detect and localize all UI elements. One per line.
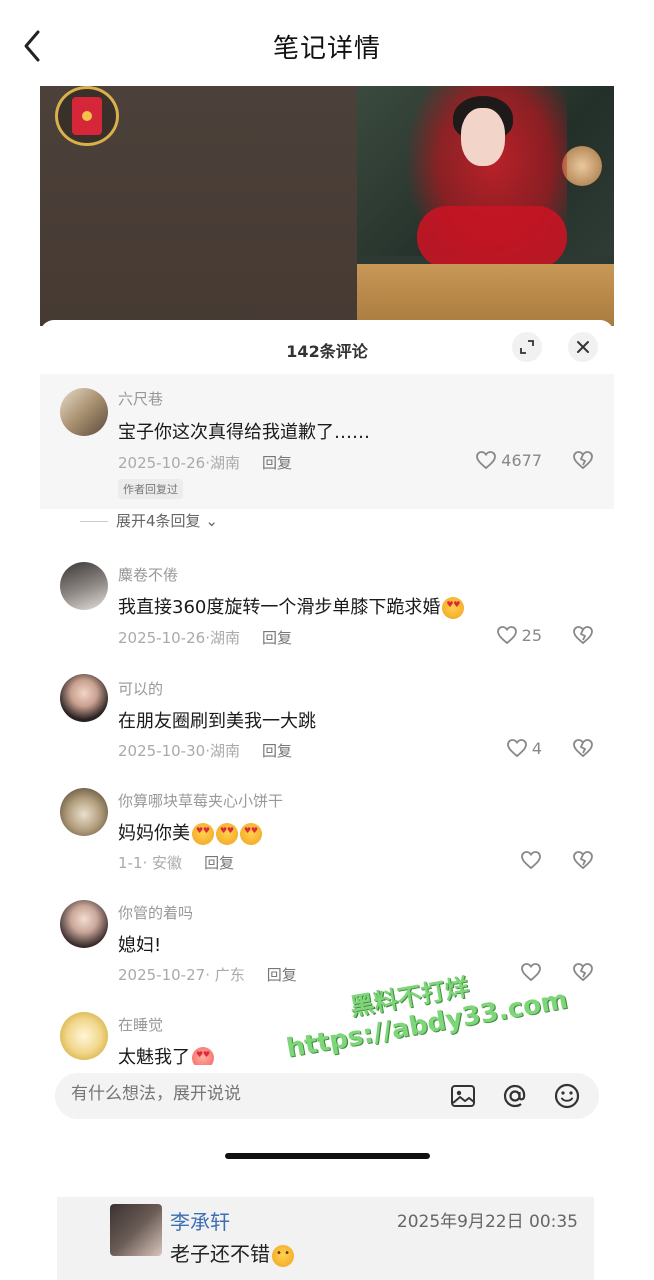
chat-message-text: 老子还不错 xyxy=(170,1238,294,1267)
comment-username[interactable]: 你管的着吗 xyxy=(118,902,193,923)
red-packet-icon[interactable] xyxy=(55,86,119,146)
reply-button[interactable]: 回复 xyxy=(267,966,297,984)
comment-item: 你算哪块草莓夹心小饼干 妈妈你美 1-1· 安徽回复 xyxy=(40,786,614,886)
comment-item: 六尺巷 宝子你这次真得给我道歉了…… 2025-10-26·湖南 回复 作者回复过… xyxy=(40,384,614,504)
close-icon[interactable] xyxy=(568,332,598,362)
chat-message-card: 李承轩 2025年9月22日 00:35 老子还不错 xyxy=(57,1197,594,1280)
comment-sheet-header: 142条评论 xyxy=(40,320,614,374)
like-count: 4677 xyxy=(501,450,542,470)
dislike-heart-icon[interactable] xyxy=(572,850,594,874)
comment-username[interactable]: 可以的 xyxy=(118,678,163,699)
comment-input[interactable] xyxy=(71,1084,431,1104)
heart-icon xyxy=(496,626,517,645)
avatar[interactable] xyxy=(110,1204,162,1256)
comment-text: 宝子你这次真得给我道歉了…… xyxy=(118,422,370,443)
like-count: 4 xyxy=(531,738,542,758)
like-button[interactable]: 4 xyxy=(506,738,542,758)
dislike-heart-icon[interactable] xyxy=(572,450,594,474)
avatar[interactable] xyxy=(60,562,108,610)
comment-text: 在朋友圈刷到美我一大跳 xyxy=(118,711,316,732)
top-nav: 笔记详情 xyxy=(0,0,654,92)
comment-meta: 1-1· 安徽 回复 xyxy=(118,854,235,872)
avatar[interactable] xyxy=(60,1012,108,1060)
dislike-heart-icon[interactable] xyxy=(572,625,594,649)
emoji-icon[interactable] xyxy=(552,1081,582,1111)
comment-meta: 2025-10-26·湖南 回复 xyxy=(118,629,292,647)
expand-replies-button[interactable]: 展开4条回复 ⌄ xyxy=(80,510,218,531)
media-dark-panel xyxy=(40,86,357,326)
like-button[interactable] xyxy=(520,850,542,870)
avatar[interactable] xyxy=(60,900,108,948)
comment-meta: 2025-10-27· 广东 回复 xyxy=(118,966,297,984)
heart-eyes-emoji-icon xyxy=(442,597,465,619)
comment-item: 可以的 在朋友圈刷到美我一大跳 2025-10-30·湖南 回复 4 xyxy=(40,674,614,774)
blush-emoji-icon xyxy=(192,1047,214,1065)
comment-sheet: 142条评论 六尺巷 宝子你这次真得给我道歉了…… 2025-10-26·湖南回… xyxy=(40,320,614,1065)
heart-icon xyxy=(476,451,497,470)
reply-button[interactable]: 回复 xyxy=(262,742,292,760)
like-button[interactable]: 25 xyxy=(496,625,542,645)
author-replied-badge: 作者回复过 xyxy=(118,479,183,499)
comment-meta: 2025-10-30·湖南 回复 xyxy=(118,742,292,760)
chat-timestamp: 2025年9月22日 00:35 xyxy=(396,1212,578,1232)
comment-text: 太魅我了 xyxy=(118,1043,214,1065)
heart-icon xyxy=(521,851,541,870)
comment-meta: 2025-10-26·湖南 回复 xyxy=(118,454,292,472)
comment-text: 妈妈你美 xyxy=(118,819,262,845)
comment-username[interactable]: 在睡觉 xyxy=(118,1014,163,1035)
note-media[interactable] xyxy=(40,86,614,326)
avatar[interactable] xyxy=(60,388,108,436)
comment-text: 我直接360度旋转一个滑步单膝下跪求婚 xyxy=(118,593,465,619)
reply-button[interactable]: 回复 xyxy=(204,854,234,872)
heart-eyes-emoji-icon xyxy=(240,823,262,845)
grin-emoji-icon xyxy=(272,1244,294,1267)
page-title: 笔记详情 xyxy=(272,34,381,64)
chat-sender-name[interactable]: 李承轩 xyxy=(170,1206,230,1235)
comment-text: 媳妇! xyxy=(118,935,162,956)
like-button[interactable]: 4677 xyxy=(475,450,542,470)
reply-button[interactable]: 回复 xyxy=(262,629,292,647)
note-photo[interactable] xyxy=(357,86,614,326)
dislike-heart-icon[interactable] xyxy=(572,738,594,762)
comment-username[interactable]: 麋卷不倦 xyxy=(118,564,178,585)
heart-eyes-emoji-icon xyxy=(216,823,238,845)
comment-item: 麋卷不倦 我直接360度旋转一个滑步单膝下跪求婚 2025-10-26·湖南回复… xyxy=(40,560,614,660)
expand-icon[interactable] xyxy=(512,332,542,362)
home-indicator xyxy=(225,1153,430,1159)
heart-icon xyxy=(506,739,527,758)
dislike-heart-icon[interactable] xyxy=(572,962,594,986)
comment-username[interactable]: 六尺巷 xyxy=(118,388,163,409)
reply-button[interactable]: 回复 xyxy=(262,454,292,472)
comment-input-bar xyxy=(55,1073,599,1119)
like-count: 25 xyxy=(521,625,542,645)
avatar[interactable] xyxy=(60,674,108,722)
image-icon[interactable] xyxy=(448,1081,478,1111)
at-icon[interactable] xyxy=(500,1081,530,1111)
avatar[interactable] xyxy=(60,788,108,836)
comment-username[interactable]: 你算哪块草莓夹心小饼干 xyxy=(118,790,283,811)
heart-eyes-emoji-icon xyxy=(192,823,214,845)
